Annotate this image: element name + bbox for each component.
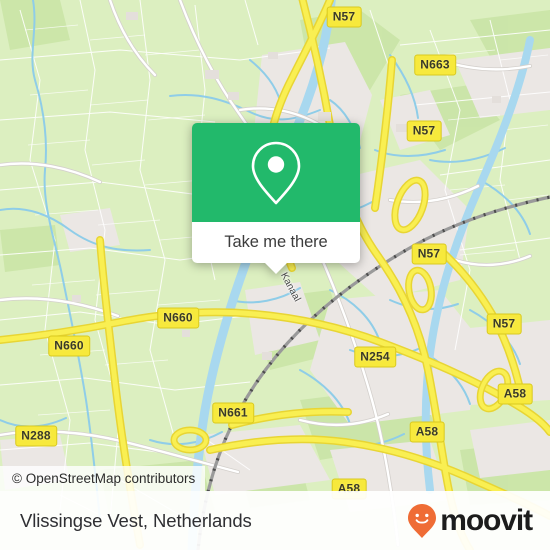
moovit-wordmark: moovit <box>440 503 533 537</box>
osm-attribution[interactable]: © OpenStreetMap contributors <box>0 466 206 491</box>
road-shield: N288 <box>15 425 57 447</box>
callout-tail-pointer <box>265 263 287 274</box>
moovit-smiley-pin-icon <box>408 503 437 538</box>
screenshot-root: N57 N663 N57 N57 N57 N660 N660 N254 N661… <box>0 0 550 550</box>
take-me-there-label: Take me there <box>224 233 328 251</box>
road-shield: N254 <box>354 346 396 368</box>
road-shield: N57 <box>326 6 362 28</box>
road-shield: N57 <box>406 120 442 142</box>
road-shield: A58 <box>497 383 533 405</box>
road-shield: N661 <box>212 402 254 424</box>
road-shield: A58 <box>409 421 445 443</box>
road-shield: N660 <box>157 307 199 329</box>
road-shield: N57 <box>411 243 447 265</box>
place-name: Vlissingse Vest, Netherlands <box>20 509 252 531</box>
osm-attribution-text: © OpenStreetMap contributors <box>12 471 196 486</box>
callout-pin-area <box>192 123 360 222</box>
road-shield: N663 <box>414 54 456 76</box>
road-shield: N57 <box>486 313 522 335</box>
map-pin-icon <box>251 141 301 204</box>
callout-action-bar[interactable]: Take me there <box>192 222 360 274</box>
moovit-brand[interactable]: moovit <box>407 503 533 539</box>
bottom-bar: Vlissingse Vest, Netherlands moovit <box>0 491 550 550</box>
road-shield: N660 <box>48 335 90 357</box>
take-me-there-callout[interactable]: Take me there <box>192 123 360 274</box>
